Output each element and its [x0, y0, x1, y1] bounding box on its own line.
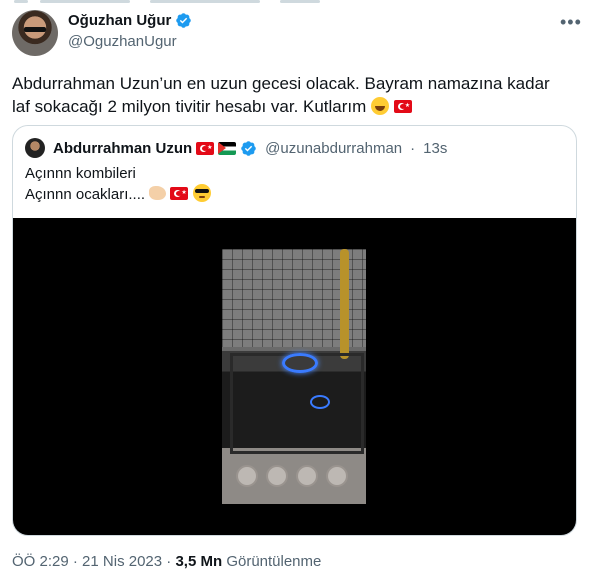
- tweet-text-line1: Abdurrahman Uzun’un en uzun gecesi olaca…: [12, 74, 550, 93]
- sunglasses-face-emoji-icon: [192, 184, 211, 202]
- quoted-time[interactable]: 13s: [423, 140, 447, 157]
- turkey-flag-icon: ★: [393, 100, 412, 113]
- tweet-text-line2: laf sokacağı 2 milyon tivitir hesabı var…: [12, 97, 367, 116]
- stove-knobs: [222, 455, 366, 504]
- quoted-text-line2: Açınnn ocakları....: [25, 186, 146, 203]
- quoted-text: Açınnn kombileri Açınnn ocakları.... ★: [25, 164, 211, 205]
- avatar[interactable]: [12, 10, 58, 56]
- views-label: Görüntülenme: [226, 553, 322, 570]
- view-count: 3,5 Mn: [175, 553, 223, 570]
- flexed-biceps-emoji-icon: [149, 186, 167, 200]
- quoted-avatar[interactable]: [25, 138, 45, 158]
- palestine-flag-icon: [218, 141, 237, 155]
- burner-flame: [310, 395, 330, 409]
- previous-tweet-edge: [0, 0, 604, 6]
- quoted-tweet-header: Abdurrahman Uzun ★ @uzunabdurrahman · 13…: [25, 138, 447, 158]
- header-separator: ·: [410, 139, 416, 157]
- verified-badge-icon: [176, 13, 192, 28]
- verified-badge-icon: [241, 140, 256, 156]
- turkey-flag-icon: ★: [196, 141, 215, 155]
- author-name-row: Oğuzhan Uğur: [68, 12, 192, 29]
- author-name[interactable]: Oğuzhan Uğur: [68, 12, 171, 29]
- quoted-tweet[interactable]: Abdurrahman Uzun ★ @uzunabdurrahman · 13…: [12, 125, 577, 536]
- turkey-flag-icon: ★: [170, 187, 189, 200]
- meta-separator: ·: [166, 553, 172, 570]
- more-horizontal-icon[interactable]: •••: [560, 12, 582, 33]
- quoted-author-name[interactable]: Abdurrahman Uzun: [53, 140, 192, 157]
- quoted-text-line1: Açınnn kombileri: [25, 165, 136, 182]
- quoted-video-player[interactable]: [13, 218, 576, 535]
- gas-pipe: [340, 249, 349, 359]
- tweet-date[interactable]: 21 Nis 2023: [82, 553, 162, 570]
- video-frame[interactable]: [222, 249, 366, 504]
- tweet-meta: ÖÖ 2:29 · 21 Nis 2023 · 3,5 Mn Görüntüle…: [12, 553, 321, 570]
- burner-flame: [282, 353, 318, 373]
- tweet-time[interactable]: ÖÖ 2:29: [12, 553, 69, 570]
- grinning-face-emoji-icon: [371, 97, 390, 115]
- quoted-author-handle[interactable]: @uzunabdurrahman: [265, 140, 402, 157]
- tweet-text: Abdurrahman Uzun’un en uzun gecesi olaca…: [12, 72, 592, 118]
- meta-separator: ·: [72, 553, 78, 570]
- author-handle[interactable]: @OguzhanUgur: [68, 33, 177, 50]
